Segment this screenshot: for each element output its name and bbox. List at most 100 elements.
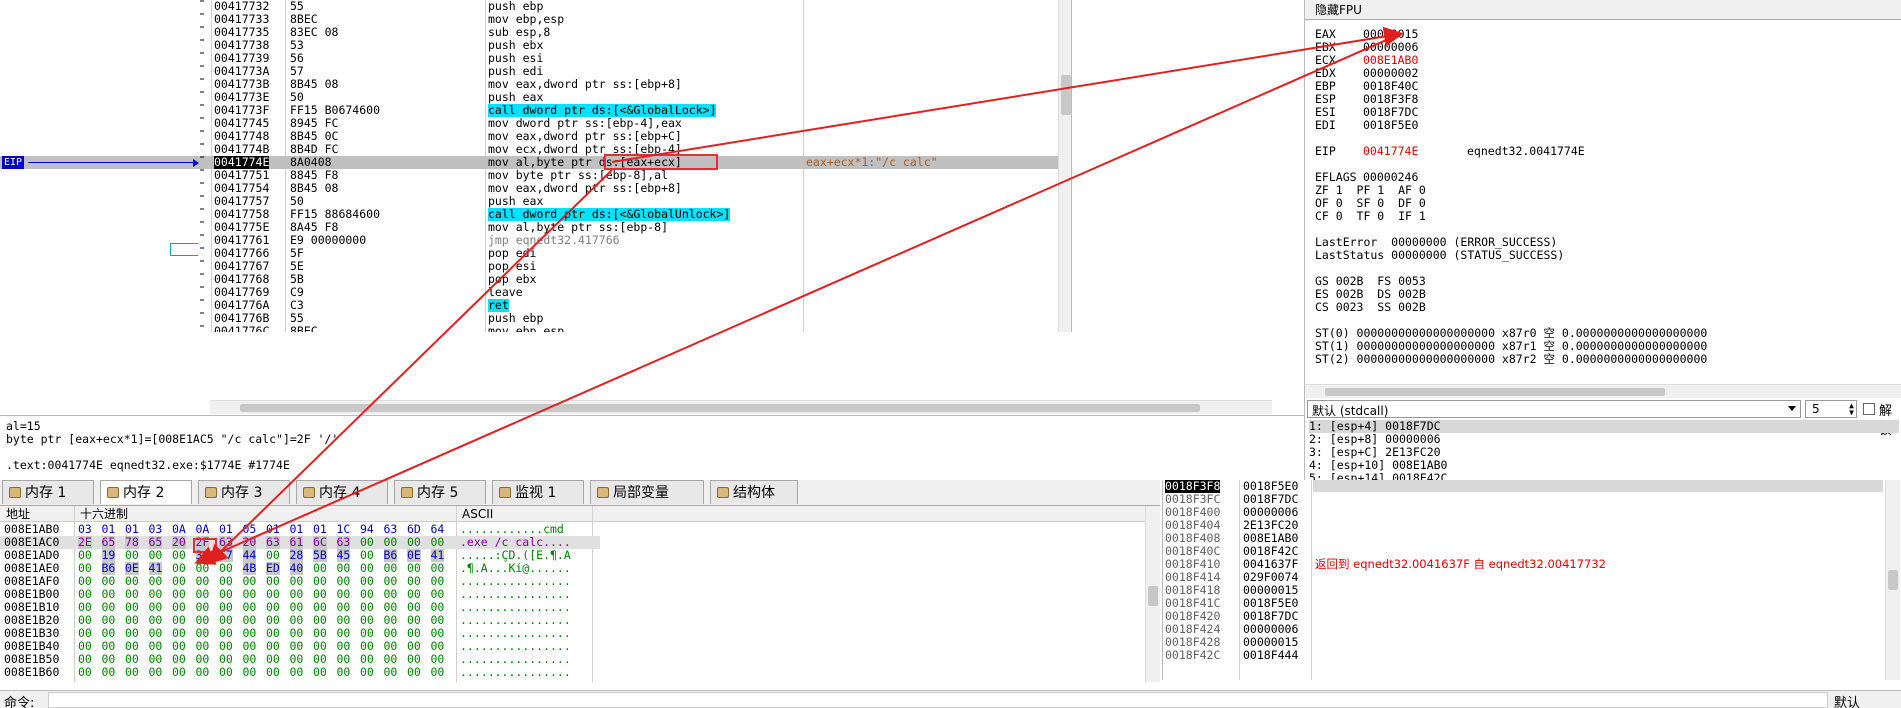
arrow-gutter-dots [200,0,204,332]
dump-hex-byte[interactable]: 00 [431,666,445,679]
hex-highlight-box [193,538,217,553]
register-line[interactable]: CF 0 TF 0 IF 1 [1315,210,1426,223]
hide-fpu-label: 隐藏FPU [1315,3,1362,17]
register-name: EBP [1315,79,1336,93]
tab-struct[interactable]: 结构体 [710,480,798,504]
register-name: ST(1) 00000000000000000000 x87r1 空 0.000… [1315,339,1708,353]
memory-icon [401,487,413,498]
register-extra: eqnedt32.0041774E [1467,144,1585,158]
dump-hex-byte[interactable]: 00 [313,666,327,679]
register-name: EBX [1315,40,1336,54]
hide-fpu-button[interactable]: 隐藏FPU [1305,0,1901,20]
dump-hex-byte[interactable]: 00 [78,666,92,679]
tab-memory-2[interactable]: 内存 2 [100,480,192,504]
callconv-args: 1: [esp+4] 0018F7DC 2: [esp+8] 00000006 3:… [1309,420,1899,480]
dump-hex-byte[interactable]: 00 [290,666,304,679]
dump-hex-byte[interactable]: 00 [243,666,257,679]
register-name: EIP [1315,144,1336,158]
disasm-row[interactable]: 0041776C 8BEC mov ebp,esp [0,324,1058,333]
tab-memory-1[interactable]: 内存 1 [2,480,94,504]
dump-hex-byte[interactable]: 00 [384,666,398,679]
disasm-comment: eax+ecx*1:"/c calc" [806,155,938,169]
stack-comment: 返回到 eqnedt32.0041637F 自 eqnedt32.0041773… [1315,557,1607,571]
callconv-panel: 默认 (stdcall) 5 ▲▼ 解锁 1: [esp+4] 0018F7DC… [1304,398,1901,480]
dump-header: 地址 十六进制 ASCII [0,506,1145,522]
registers-panel: 隐藏FPU EAX 00000015 EBX 00000006 ECX 008E1AB0 E… [1304,0,1901,398]
tab-watch-1[interactable]: 监视 1 [492,480,584,504]
stack-row[interactable]: 0018F42C 0018F444 [1163,649,1883,662]
dump-col-ascii: ASCII [462,507,494,521]
stack-panel: 0018F3F8 0018F5E0 0018F3FC 0018F7DC 0018F400… [1162,480,1901,680]
register-name: ST(0) 00000000000000000000 x87r0 空 0.000… [1315,326,1708,340]
register-line[interactable]: CS 0023 SS 002B [1315,301,1426,314]
disasm-vscrollbar[interactable] [1058,0,1071,332]
callconv-select[interactable]: 默认 (stdcall) [1307,400,1801,418]
dump-hex-byte[interactable]: 00 [407,666,421,679]
tab-memory-4[interactable]: 内存 4 [296,480,388,504]
tab-label: 内存 3 [221,485,263,501]
dump-hex-byte[interactable]: 00 [149,666,163,679]
register-name: EAX [1315,27,1336,41]
command-input[interactable] [48,692,1828,708]
register-name: CS 0023 SS 002B [1315,300,1426,314]
arg-count-value: 5 [1812,402,1820,416]
dump-vscrollbar[interactable] [1145,506,1160,682]
register-name: ST(2) 00000000000000000000 x87r2 空 0.000… [1315,352,1708,366]
arg-count-stepper[interactable]: 5 ▲ ▼ [1805,400,1857,418]
register-line[interactable]: ST(2) 00000000000000000000 x87r2 空 0.000… [1315,353,1707,366]
register-line[interactable]: LastStatus 00000000 (STATUS_SUCCESS) [1315,249,1564,262]
register-value: 0018F5E0 [1363,118,1419,132]
register-name: ZF 1 PF 1 AF 0 [1315,183,1426,197]
info-line-2: byte ptr [eax+ecx*1]=[008E1AC5 "/c calc"… [6,432,339,446]
dump-hex-byte[interactable]: 00 [102,666,116,679]
disasm-row[interactable]: 00417768 5B pop ebx [0,273,1058,286]
command-status: 默认 [1834,696,1861,708]
dump-hex-byte[interactable]: 00 [219,666,233,679]
tab-label: 内存 4 [319,485,361,501]
command-label: 命令: [4,696,35,708]
register-value: 0041774E [1363,144,1419,158]
tab-locals[interactable]: 局部变量 [590,480,704,504]
register-line[interactable]: EDI 0018F5E0 [1315,118,1418,132]
disasm-hscrollbar[interactable] [210,400,1272,414]
dump-col-addr: 地址 [6,507,31,521]
stack-vscrollbar[interactable] [1885,480,1900,680]
dump-hex-byte[interactable]: 00 [196,666,210,679]
callconv-arg[interactable]: 5: [esp+14] 0018F42C [1309,472,1899,481]
tab-memory-3[interactable]: 内存 3 [198,480,290,504]
register-name: EDX [1315,66,1336,80]
disasm-row[interactable]: 00417769 C9 leave [0,286,1058,299]
dump-col-hex: 十六进制 [80,507,129,521]
register-name: ES 002B DS 002B [1315,287,1426,301]
register-name: ECX [1315,53,1336,67]
variable-icon [597,487,609,498]
registers-hscrollbar[interactable] [1305,384,1901,398]
stepper-arrows-icon[interactable]: ▲ ▼ [1849,402,1854,417]
dump-address: 008E1B60 [4,665,60,679]
register-name: EFLAGS [1315,170,1357,184]
disasm-bytes: 8BEC [290,324,318,333]
dump-hex-byte[interactable]: 00 [360,666,374,679]
disasm-instruction: mov ebp,esp [488,324,565,333]
dump-panel: 地址 十六进制 ASCII 008E1AB0 03 01 01 03 0A 0A 01 05 01… [0,506,1160,682]
dump-hex-byte[interactable]: 00 [337,666,351,679]
disasm-address: 0041776C [214,324,270,333]
register-line[interactable]: EIP 0041774E eqnedt32.0041774E [1315,144,1585,158]
chevron-down-icon [1788,406,1796,411]
dump-row[interactable]: 008E1B60 00 00 00 00 00 00 00 00 00 00 00 00 00 00 00 00… [0,666,600,679]
register-name: EDI [1315,118,1336,132]
unlock-checkbox[interactable] [1863,403,1875,415]
command-bar: 命令: 默认 [0,690,1901,708]
register-name: GS 002B FS 0053 [1315,274,1426,288]
struct-icon [717,487,729,498]
register-name: ESP [1315,92,1336,106]
eip-label: EIP [2,156,25,169]
dump-hex-byte[interactable]: 00 [125,666,139,679]
register-name: CF 0 TF 0 IF 1 [1315,209,1426,223]
dump-hex-byte[interactable]: 00 [172,666,186,679]
tab-label: 局部变量 [613,485,669,501]
tab-label: 监视 1 [515,485,557,501]
dump-hex-byte[interactable]: 00 [266,666,280,679]
tab-memory-5[interactable]: 内存 5 [394,480,486,504]
tab-label: 内存 2 [123,485,165,501]
